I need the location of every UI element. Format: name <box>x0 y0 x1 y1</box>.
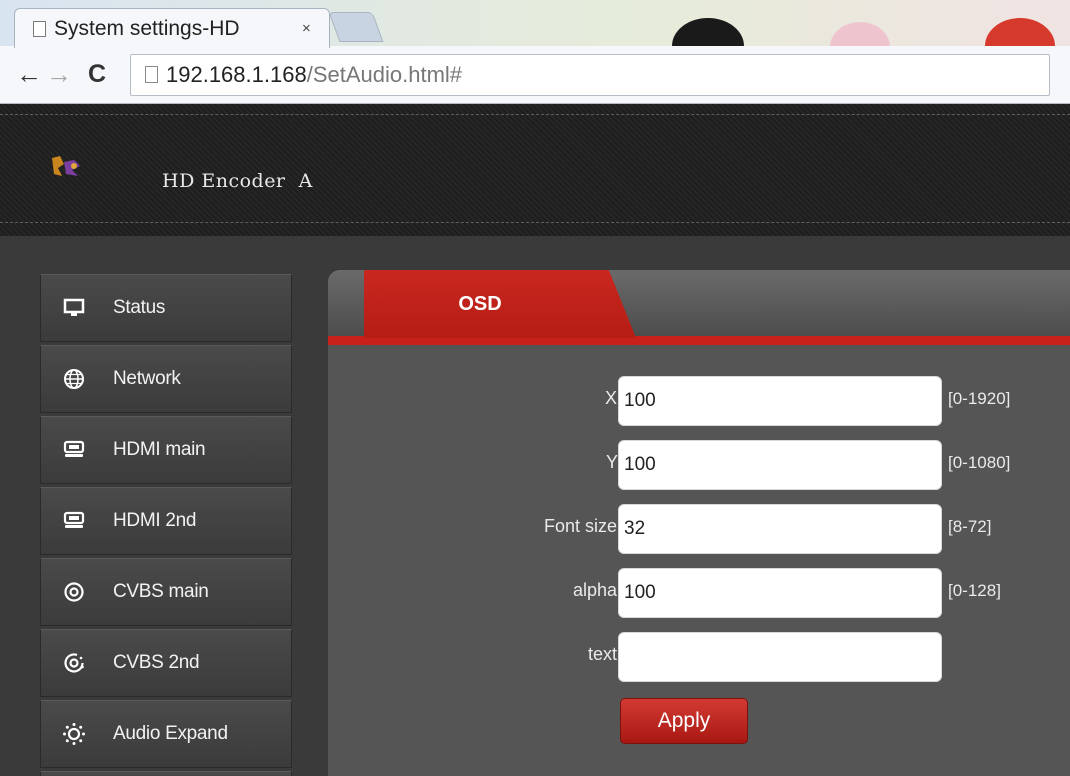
sidebar-nav: Status Network HDMI main HDMI 2nd CVBS m… <box>40 274 292 776</box>
hdmi-icon <box>61 508 87 534</box>
sidebar-item-cvbs-2nd[interactable]: CVBS 2nd <box>40 629 292 697</box>
form-row-alpha: alpha: [0-128] <box>328 568 1070 618</box>
url-host: 192.168.1.168 <box>166 61 307 87</box>
tab-osd[interactable]: OSD <box>364 270 636 338</box>
logo-icon <box>52 156 80 176</box>
sidebar-item-label: Audio Expand <box>113 723 228 744</box>
sun-icon <box>61 721 87 747</box>
url-path: /SetAudio.html# <box>306 61 463 87</box>
alpha-label: alpha: <box>572 580 622 600</box>
sidebar-item-status[interactable]: Status <box>40 274 292 342</box>
sidebar-item-label: HDMI main <box>113 439 206 460</box>
address-bar[interactable]: 192.168.1.168/SetAudio.html# <box>130 53 1050 96</box>
y-range: [0-1080] <box>948 453 1011 472</box>
form-row-x: X: [0-1920] <box>328 376 1070 426</box>
browser-tab[interactable]: System settings-HD × <box>14 8 330 48</box>
sidebar-item-audio-expand[interactable]: Audio Expand <box>40 700 292 768</box>
hdmi-icon <box>61 437 87 463</box>
browser-tab-strip: System settings-HD × <box>0 0 1070 74</box>
back-button[interactable]: ← <box>14 59 44 90</box>
x-field[interactable] <box>618 376 942 426</box>
globe-icon <box>61 366 87 392</box>
form-row-y: Y: [0-1080] <box>328 440 1070 490</box>
tab-close-button[interactable]: × <box>302 20 311 37</box>
form-row-font-size: Font size: [8-72] <box>328 504 1070 554</box>
settings-panel: OSD X: [0-1920] Y: [0-1080] Font size: [… <box>328 270 1070 776</box>
new-tab-button[interactable] <box>328 12 384 42</box>
alpha-field[interactable] <box>618 568 942 618</box>
x-range: [0-1920] <box>948 389 1011 408</box>
text-label: text: <box>587 644 622 664</box>
sidebar-item-network[interactable]: Network <box>40 345 292 413</box>
sidebar-item-more[interactable] <box>40 771 292 776</box>
page-icon <box>33 20 46 37</box>
font-size-range: [8-72] <box>948 517 992 536</box>
page-icon <box>145 66 158 83</box>
sidebar-item-hdmi-main[interactable]: HDMI main <box>40 416 292 484</box>
brand-title: HD Encoder A <box>162 170 313 192</box>
tab-osd-label: OSD <box>458 292 502 315</box>
form-row-text: text: <box>328 632 1070 682</box>
sidebar-item-label: Status <box>113 297 166 318</box>
sidebar-item-hdmi-2nd[interactable]: HDMI 2nd <box>40 487 292 555</box>
sidebar-item-label: CVBS main <box>113 581 209 602</box>
font-size-field[interactable] <box>618 504 942 554</box>
sidebar-item-cvbs-main[interactable]: CVBS main <box>40 558 292 626</box>
font-size-label: Font size: <box>543 516 622 536</box>
apply-button[interactable]: Apply <box>620 698 748 744</box>
browser-toolbar: ← → C 192.168.1.168/SetAudio.html# <box>0 46 1070 104</box>
monitor-icon <box>61 295 87 321</box>
app-header: HD Encoder A <box>0 104 1070 236</box>
sidebar-item-label: HDMI 2nd <box>113 510 197 531</box>
sidebar-item-label: Network <box>113 368 181 389</box>
y-field[interactable] <box>618 440 942 490</box>
text-field[interactable] <box>618 632 942 682</box>
reload-button[interactable]: C <box>82 60 112 89</box>
header-divider <box>0 114 1070 115</box>
tab-title: System settings-HD <box>54 16 240 40</box>
header-divider <box>0 222 1070 223</box>
forward-button[interactable]: → <box>44 59 74 90</box>
alpha-range: [0-128] <box>948 581 1001 600</box>
sidebar-item-label: CVBS 2nd <box>113 652 200 673</box>
target-dotted-icon <box>61 650 87 676</box>
target-icon <box>61 579 87 605</box>
